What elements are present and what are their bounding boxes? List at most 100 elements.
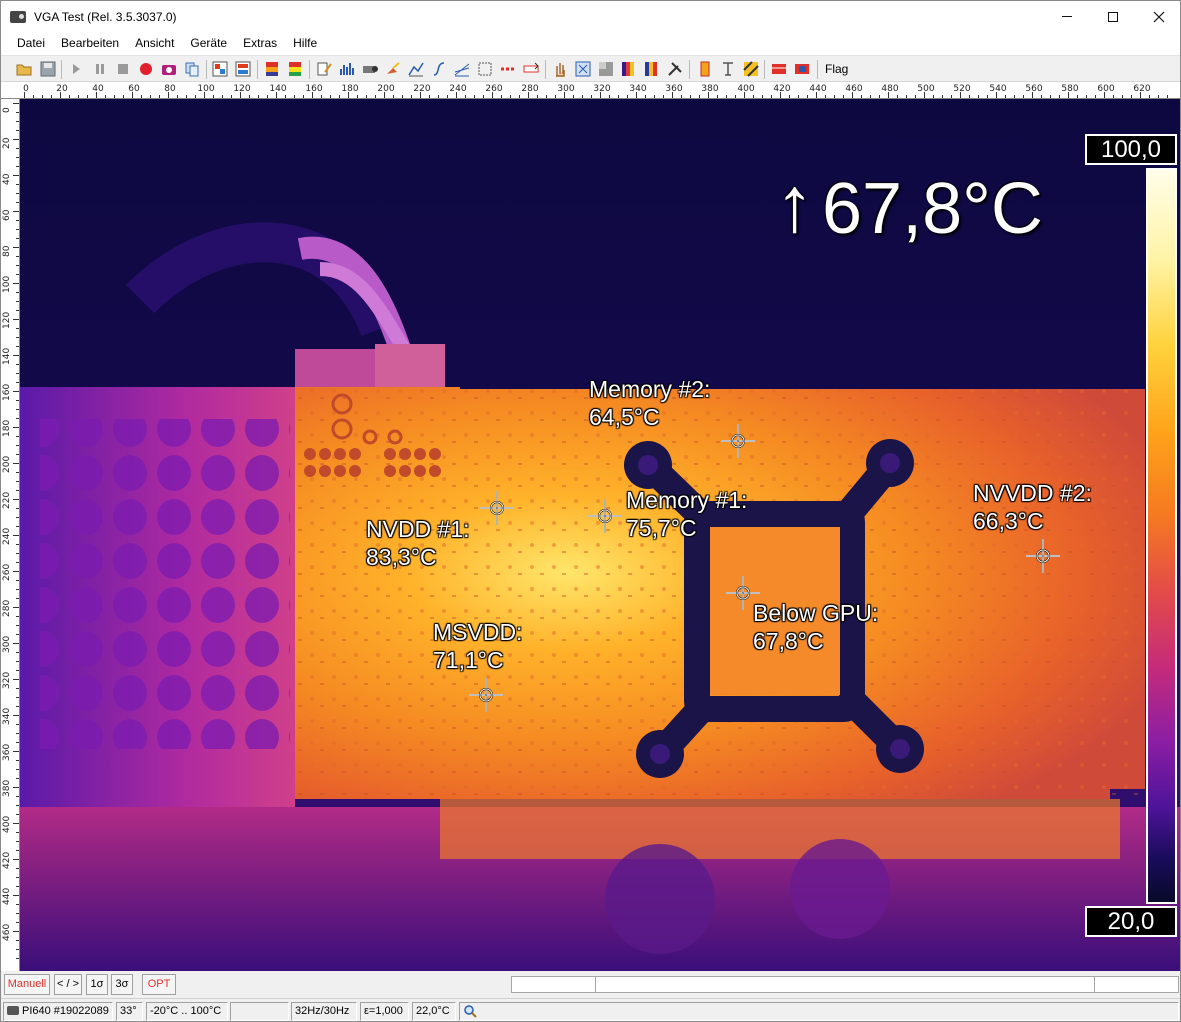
ruler-x-tick bbox=[195, 95, 196, 98]
scrollbar-segment bbox=[1094, 977, 1095, 992]
stop-icon[interactable] bbox=[114, 60, 132, 78]
horizontal-scrollbar[interactable] bbox=[511, 976, 1179, 993]
menu-datei[interactable]: Datei bbox=[9, 32, 53, 55]
brush-icon[interactable] bbox=[384, 60, 402, 78]
hatch-icon[interactable] bbox=[742, 60, 760, 78]
record-icon[interactable] bbox=[137, 60, 155, 78]
rainbow-palette-icon[interactable] bbox=[643, 60, 661, 78]
ruler-y-tick bbox=[13, 211, 19, 212]
menu-hilfe[interactable]: Hilfe bbox=[285, 32, 325, 55]
tools-icon[interactable] bbox=[666, 60, 684, 78]
ruler-x-tick bbox=[717, 95, 718, 98]
ruler-y-tick bbox=[16, 418, 19, 419]
ruler-y-tick bbox=[16, 958, 19, 959]
crosshair-nvvdd-2-icon[interactable] bbox=[1026, 539, 1060, 573]
ruler-x-label: 580 bbox=[1061, 84, 1079, 94]
ruler-x-tick bbox=[960, 92, 961, 98]
thermal-image-view[interactable]: ↑ 67,8°C Memory #2: 64,5°C Memory #1: 75,… bbox=[20, 99, 1180, 971]
menu-geraete[interactable]: Geräte bbox=[182, 32, 235, 55]
toolbar: Flag bbox=[1, 55, 1180, 82]
menu-extras[interactable]: Extras bbox=[235, 32, 285, 55]
palette-a-icon[interactable] bbox=[263, 60, 281, 78]
ruler-x-tick bbox=[681, 95, 682, 98]
one-sigma-button[interactable]: 1σ bbox=[86, 974, 108, 995]
fit-view-icon[interactable] bbox=[574, 60, 592, 78]
ruler-y-tick bbox=[13, 715, 19, 716]
crosshair-memory-2-icon[interactable] bbox=[721, 424, 755, 458]
save-icon[interactable] bbox=[39, 60, 57, 78]
histogram-icon[interactable] bbox=[338, 60, 356, 78]
minimize-button[interactable] bbox=[1044, 1, 1090, 32]
ruler-x-tick bbox=[600, 92, 601, 98]
toolbar-separator bbox=[257, 60, 258, 79]
ruler-y-tick bbox=[16, 634, 19, 635]
ruler-x-tick bbox=[852, 92, 853, 98]
ruler-x-tick bbox=[690, 95, 691, 98]
hot-spot-icon[interactable] bbox=[770, 60, 788, 78]
menu-ansicht[interactable]: Ansicht bbox=[127, 32, 182, 55]
ruler-y-label: 240 bbox=[2, 527, 12, 545]
ruler-x-tick bbox=[474, 95, 475, 98]
ruler-x-tick bbox=[1059, 95, 1060, 98]
snapshot-camera-icon[interactable] bbox=[160, 60, 178, 78]
measurement-label-memory-1: Memory #1: 75,7°C bbox=[626, 486, 747, 542]
close-button[interactable] bbox=[1136, 1, 1180, 32]
status-bar: PI640 #19022089 33° -20°C .. 100°C 32Hz/… bbox=[1, 998, 1180, 1021]
pause-icon[interactable] bbox=[91, 60, 109, 78]
ruler-y-tick bbox=[16, 409, 19, 410]
palette-b-icon[interactable] bbox=[286, 60, 304, 78]
separator-line-icon[interactable] bbox=[499, 60, 517, 78]
crosshair-msvdd-icon[interactable] bbox=[469, 678, 503, 712]
alarm-bar-icon[interactable] bbox=[522, 60, 540, 78]
measurement-label-msvdd: MSVDD: 71,1°C bbox=[433, 618, 522, 674]
copy-icon[interactable] bbox=[183, 60, 201, 78]
edit-palette-icon[interactable] bbox=[315, 60, 333, 78]
hand-pan-icon[interactable] bbox=[551, 60, 569, 78]
ruler-x-tick bbox=[744, 92, 745, 98]
layout-b-icon[interactable] bbox=[234, 60, 252, 78]
crosshair-memory-1-icon[interactable] bbox=[588, 499, 622, 533]
crosshair-below-gpu-icon[interactable] bbox=[726, 576, 760, 610]
ruler-y-label: 460 bbox=[2, 923, 12, 941]
trend-graph-icon[interactable] bbox=[453, 60, 471, 78]
scale-bar-icon[interactable] bbox=[696, 60, 714, 78]
magnifier-icon[interactable] bbox=[463, 1004, 477, 1018]
ruler-x-label: 20 bbox=[56, 84, 68, 94]
ruler-x-label: 540 bbox=[989, 84, 1007, 94]
iron-palette-icon[interactable] bbox=[620, 60, 638, 78]
ruler-y-tick bbox=[16, 157, 19, 158]
scale-min-value[interactable]: 20,0 bbox=[1085, 906, 1177, 937]
temperature-curve-icon[interactable] bbox=[430, 60, 448, 78]
play-icon[interactable] bbox=[67, 60, 85, 78]
menu-bearbeiten[interactable]: Bearbeiten bbox=[53, 32, 127, 55]
manual-scale-button[interactable]: Manuell bbox=[4, 974, 50, 995]
scale-max-value[interactable]: 100,0 bbox=[1085, 134, 1177, 165]
max-temperature-readout: ↑ 67,8°C bbox=[775, 159, 1043, 250]
device-label: PI640 #19022089 bbox=[22, 1005, 109, 1017]
camera-device-icon[interactable] bbox=[361, 60, 379, 78]
ruler-x-tick bbox=[636, 92, 637, 98]
ruler-y-tick bbox=[16, 850, 19, 851]
ruler-x-tick bbox=[60, 92, 61, 98]
ruler-x-tick bbox=[663, 95, 664, 98]
ruler-x-tick bbox=[402, 95, 403, 98]
ruler-y-label: 260 bbox=[2, 563, 12, 581]
line-profile-icon[interactable] bbox=[407, 60, 425, 78]
ruler-x-label: 520 bbox=[953, 84, 971, 94]
three-sigma-button[interactable]: 3σ bbox=[111, 974, 133, 995]
opt-scale-button[interactable]: OPT bbox=[142, 974, 176, 995]
min-max-scale-button[interactable]: < / > bbox=[54, 974, 82, 995]
ruler-x-tick bbox=[186, 95, 187, 98]
ruler-y-label: 160 bbox=[2, 383, 12, 401]
text-cursor-icon[interactable] bbox=[719, 60, 737, 78]
open-folder-icon[interactable] bbox=[15, 60, 33, 78]
matrix-icon[interactable] bbox=[476, 60, 494, 78]
ruler-x-tick bbox=[429, 95, 430, 98]
maximize-button[interactable] bbox=[1090, 1, 1136, 32]
grayscale-icon[interactable] bbox=[597, 60, 615, 78]
crosshair-nvdd-1-icon[interactable] bbox=[480, 491, 514, 525]
ruler-x-tick bbox=[1131, 95, 1132, 98]
flag-button[interactable]: Flag bbox=[825, 60, 848, 78]
layout-a-icon[interactable] bbox=[211, 60, 229, 78]
cold-spot-icon[interactable] bbox=[793, 60, 811, 78]
